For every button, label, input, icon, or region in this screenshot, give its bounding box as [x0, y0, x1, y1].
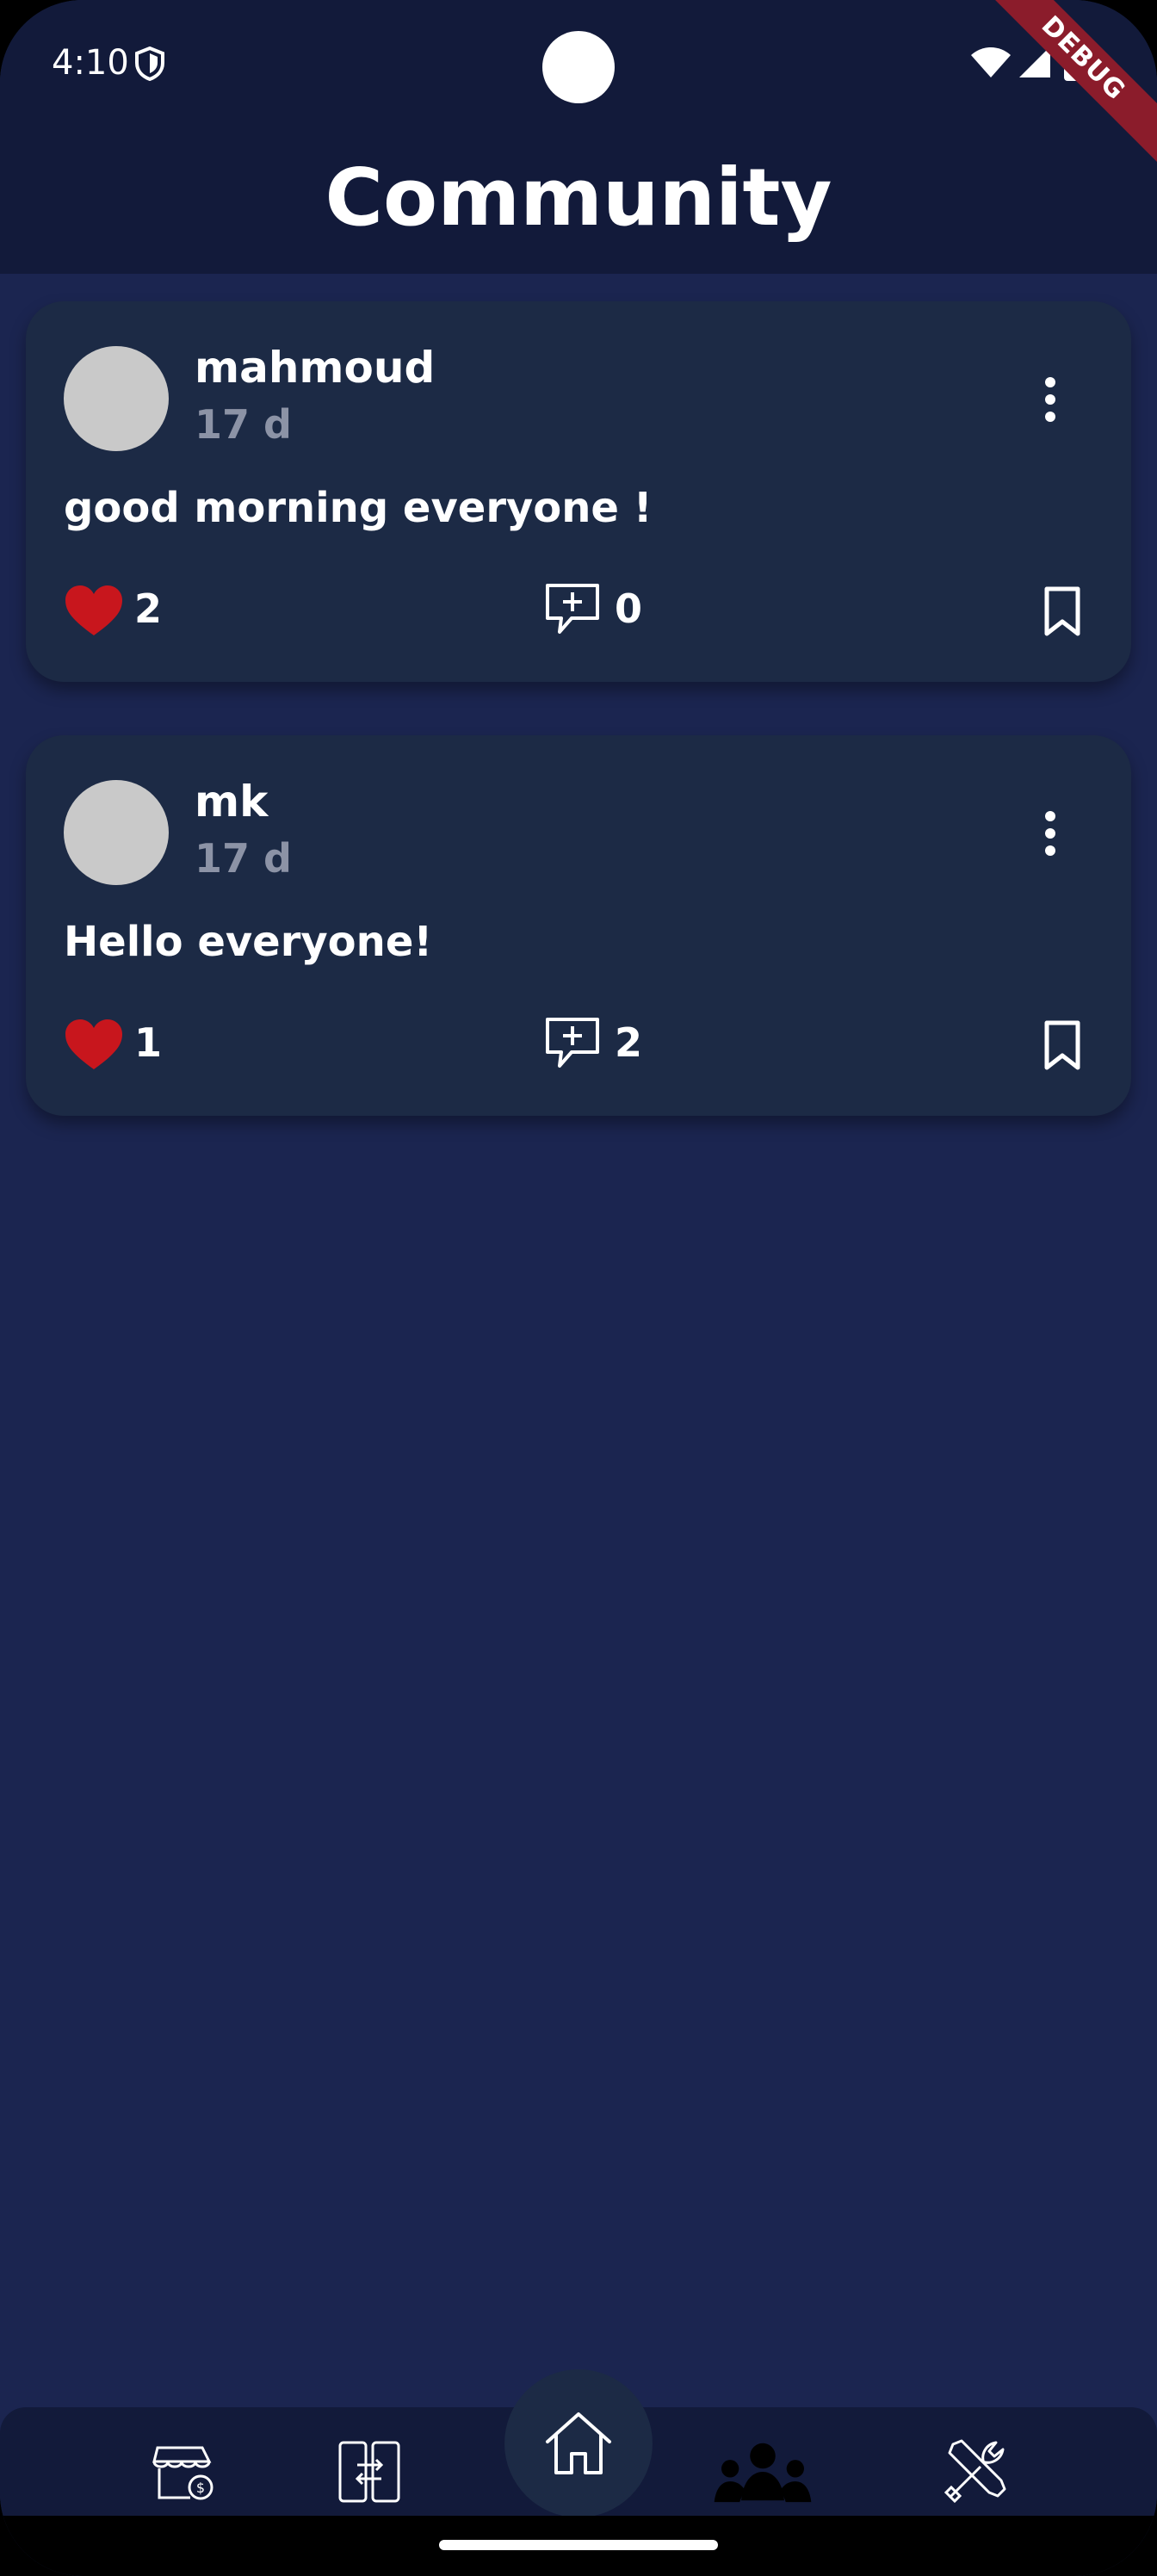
app-screen: 4:10 DEBUG Community mahmoud 17 d good m… — [0, 0, 1157, 2576]
home-icon — [546, 2412, 611, 2474]
more-options-icon[interactable] — [1042, 375, 1059, 424]
comment-count: 2 — [615, 1019, 643, 1066]
avatar[interactable] — [64, 780, 169, 885]
nav-tools[interactable] — [937, 2433, 1014, 2511]
add-comment-icon[interactable] — [542, 582, 603, 637]
heart-icon[interactable] — [64, 1018, 124, 1071]
page-title: Community — [325, 152, 832, 244]
store-icon: $ — [152, 2446, 213, 2500]
status-bar: 4:10 — [0, 0, 1157, 129]
app-header: 4:10 DEBUG Community — [0, 0, 1157, 274]
avatar[interactable] — [64, 346, 169, 451]
heart-icon[interactable] — [64, 584, 124, 637]
transfer-icon — [338, 2441, 400, 2503]
post-text: Hello everyone! — [64, 918, 433, 966]
shield-icon — [135, 46, 164, 81]
post-time: 17 d — [195, 401, 292, 448]
wifi-icon — [971, 47, 1011, 77]
more-options-icon[interactable] — [1042, 809, 1059, 858]
tools-icon — [944, 2439, 1006, 2504]
camera-cutout — [542, 31, 615, 103]
post-feed: mahmoud 17 d good morning everyone ! 2 0… — [26, 301, 1131, 1169]
gesture-handle[interactable] — [439, 2540, 718, 2550]
bookmark-icon[interactable] — [1042, 585, 1083, 637]
post-time: 17 d — [195, 835, 292, 882]
svg-text:$: $ — [196, 2480, 205, 2496]
nav-community[interactable] — [711, 2433, 814, 2511]
post-username[interactable]: mk — [195, 777, 268, 827]
nav-home[interactable] — [504, 2369, 653, 2517]
community-icon — [714, 2443, 812, 2503]
nav-transfer[interactable] — [331, 2433, 408, 2511]
like-count: 2 — [134, 585, 163, 632]
post-text: good morning everyone ! — [64, 484, 653, 532]
add-comment-icon[interactable] — [542, 1016, 603, 1071]
comment-count: 0 — [615, 585, 643, 632]
post-card[interactable]: mk 17 d Hello everyone! 1 2 — [26, 735, 1131, 1116]
like-count: 1 — [134, 1019, 163, 1066]
post-card[interactable]: mahmoud 17 d good morning everyone ! 2 0 — [26, 301, 1131, 682]
status-time: 4:10 — [52, 43, 129, 83]
post-username[interactable]: mahmoud — [195, 343, 435, 393]
bookmark-icon[interactable] — [1042, 1019, 1083, 1071]
nav-store[interactable]: $ — [145, 2433, 222, 2511]
